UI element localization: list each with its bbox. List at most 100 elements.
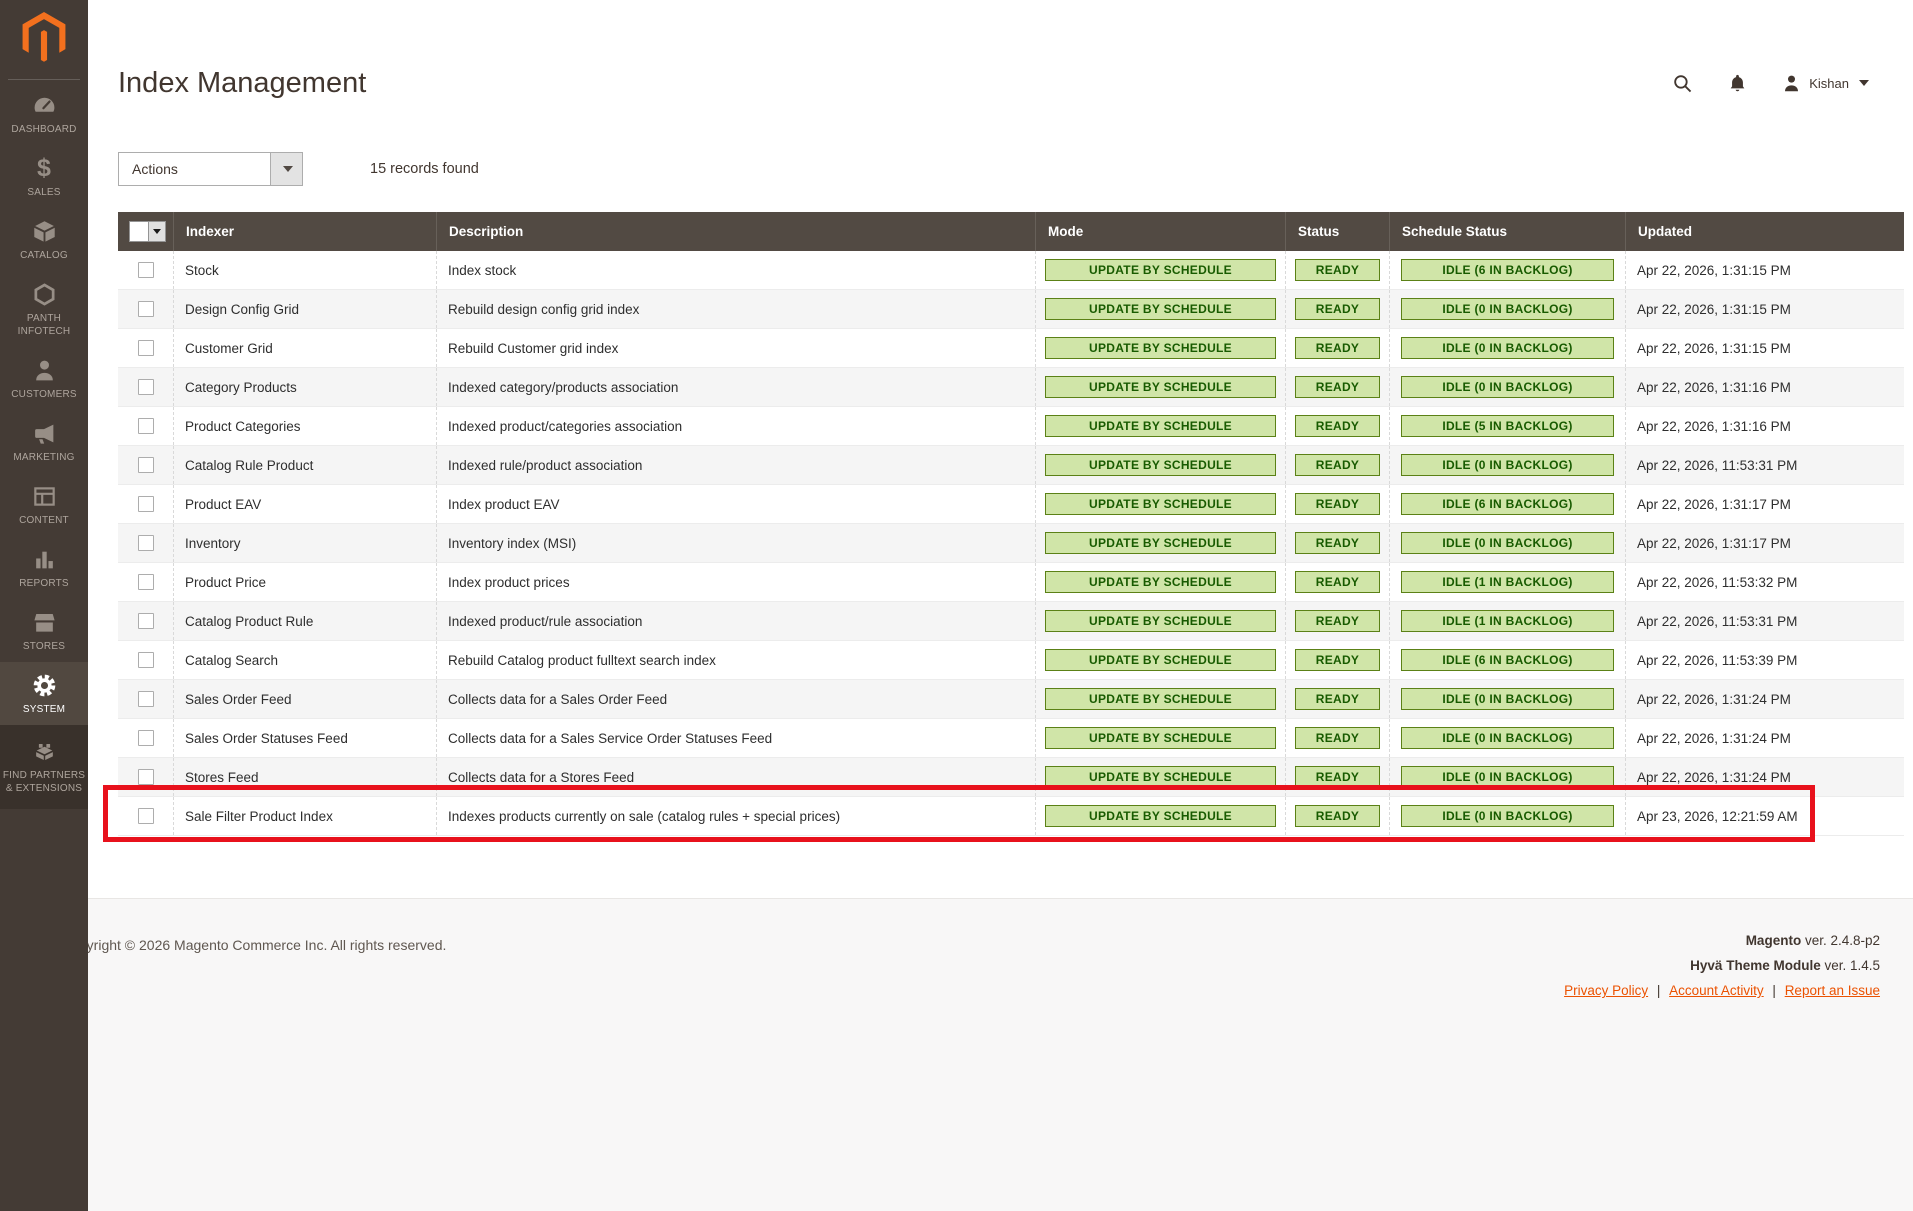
row-checkbox[interactable]: [138, 652, 154, 668]
mode-badge: UPDATE BY SCHEDULE: [1045, 493, 1276, 515]
schedule-status-badge: IDLE (0 IN BACKLOG): [1401, 454, 1614, 476]
mode-badge: UPDATE BY SCHEDULE: [1045, 649, 1276, 671]
sidebar-item-dashboard[interactable]: DASHBOARD: [0, 82, 88, 145]
table-row: Sale Filter Product Index Indexes produc…: [118, 797, 1904, 836]
schedule-status-badge: IDLE (0 IN BACKLOG): [1401, 688, 1614, 710]
description-cell: Indexed product/categories association: [436, 407, 1035, 445]
sidebar-item-label: CATALOG: [2, 249, 86, 262]
row-checkbox[interactable]: [138, 808, 154, 824]
mode-badge: UPDATE BY SCHEDULE: [1045, 571, 1276, 593]
column-header-status[interactable]: Status: [1285, 212, 1389, 251]
user-name: Kishan: [1809, 76, 1849, 91]
indexer-cell: Inventory: [173, 524, 436, 562]
column-header-updated[interactable]: Updated: [1625, 212, 1904, 251]
row-checkbox[interactable]: [138, 457, 154, 473]
row-checkbox[interactable]: [138, 535, 154, 551]
mode-badge: UPDATE BY SCHEDULE: [1045, 259, 1276, 281]
description-cell: Rebuild Catalog product fulltext search …: [436, 641, 1035, 679]
actions-dropdown-arrow[interactable]: [270, 153, 302, 185]
schedule-status-badge: IDLE (1 IN BACKLOG): [1401, 610, 1614, 632]
sidebar-item-find[interactable]: FIND PARTNERS & EXTENSIONS: [0, 725, 88, 809]
customers-icon: [2, 357, 86, 384]
status-badge: READY: [1295, 805, 1380, 827]
footer-link-account-activity[interactable]: Account Activity: [1669, 983, 1764, 998]
indexer-cell: Stores Feed: [173, 758, 436, 796]
row-checkbox[interactable]: [138, 574, 154, 590]
description-cell: Rebuild design config grid index: [436, 290, 1035, 328]
column-header-description[interactable]: Description: [436, 212, 1035, 251]
status-badge: READY: [1295, 766, 1380, 788]
row-checkbox[interactable]: [138, 730, 154, 746]
footer-link-report-an-issue[interactable]: Report an Issue: [1785, 983, 1880, 998]
row-checkbox[interactable]: [138, 301, 154, 317]
row-checkbox[interactable]: [138, 340, 154, 356]
sidebar-item-content[interactable]: CONTENT: [0, 473, 88, 536]
indexer-cell: Category Products: [173, 368, 436, 406]
updated-cell: Apr 22, 2026, 1:31:24 PM: [1625, 680, 1904, 718]
sidebar-item-label: FIND PARTNERS & EXTENSIONS: [2, 769, 86, 795]
index-management-grid: Indexer Description Mode Status Schedule…: [118, 212, 1904, 836]
row-checkbox[interactable]: [138, 613, 154, 629]
select-all-dropdown[interactable]: [129, 221, 166, 242]
status-badge: READY: [1295, 649, 1380, 671]
updated-cell: Apr 22, 2026, 11:53:39 PM: [1625, 641, 1904, 679]
schedule-status-badge: IDLE (6 IN BACKLOG): [1401, 259, 1614, 281]
sidebar-item-catalog[interactable]: CATALOG: [0, 208, 88, 271]
user-menu[interactable]: Kishan: [1782, 74, 1869, 93]
notifications-icon[interactable]: [1727, 73, 1748, 94]
row-checkbox[interactable]: [138, 262, 154, 278]
table-row: Product Categories Indexed product/categ…: [118, 407, 1904, 446]
actions-dropdown[interactable]: Actions: [118, 152, 303, 186]
column-header-mode[interactable]: Mode: [1035, 212, 1285, 251]
description-cell: Indexed product/rule association: [436, 602, 1035, 640]
search-icon[interactable]: [1672, 73, 1693, 94]
magento-logo[interactable]: [0, 0, 88, 67]
status-badge: READY: [1295, 454, 1380, 476]
mode-badge: UPDATE BY SCHEDULE: [1045, 688, 1276, 710]
row-checkbox[interactable]: [138, 379, 154, 395]
mode-badge: UPDATE BY SCHEDULE: [1045, 298, 1276, 320]
table-row: Stores Feed Collects data for a Stores F…: [118, 758, 1904, 797]
sidebar-item-marketing[interactable]: MARKETING: [0, 410, 88, 473]
sidebar-item-stores[interactable]: STORES: [0, 599, 88, 662]
mode-badge: UPDATE BY SCHEDULE: [1045, 376, 1276, 398]
schedule-status-badge: IDLE (6 IN BACKLOG): [1401, 493, 1614, 515]
schedule-status-badge: IDLE (5 IN BACKLOG): [1401, 415, 1614, 437]
indexer-cell: Design Config Grid: [173, 290, 436, 328]
sidebar-item-sales[interactable]: $ SALES: [0, 145, 88, 208]
row-checkbox[interactable]: [138, 418, 154, 434]
mode-badge: UPDATE BY SCHEDULE: [1045, 766, 1276, 788]
updated-cell: Apr 22, 2026, 11:53:31 PM: [1625, 602, 1904, 640]
footer-link-privacy-policy[interactable]: Privacy Policy: [1564, 983, 1648, 998]
sidebar-item-system[interactable]: SYSTEM: [0, 662, 88, 725]
select-all-checkbox[interactable]: [130, 222, 148, 241]
description-cell: Collects data for a Sales Service Order …: [436, 719, 1035, 757]
schedule-status-badge: IDLE (0 IN BACKLOG): [1401, 727, 1614, 749]
table-row: Product Price Index product prices UPDAT…: [118, 563, 1904, 602]
row-checkbox[interactable]: [138, 496, 154, 512]
magento-version: Magento ver. 2.4.8-p2: [1564, 928, 1880, 953]
status-badge: READY: [1295, 688, 1380, 710]
sidebar-item-customers[interactable]: CUSTOMERS: [0, 347, 88, 410]
mode-badge: UPDATE BY SCHEDULE: [1045, 415, 1276, 437]
row-checkbox[interactable]: [138, 691, 154, 707]
table-row: Design Config Grid Rebuild design config…: [118, 290, 1904, 329]
column-header-indexer[interactable]: Indexer: [173, 212, 436, 251]
indexer-cell: Product Categories: [173, 407, 436, 445]
sidebar-item-panth[interactable]: PANTH INFOTECH: [0, 271, 88, 347]
sales-icon: $: [2, 155, 86, 182]
row-checkbox[interactable]: [138, 769, 154, 785]
description-cell: Indexed rule/product association: [436, 446, 1035, 484]
column-header-schedule-status[interactable]: Schedule Status: [1389, 212, 1625, 251]
select-all-arrow[interactable]: [148, 222, 165, 241]
status-badge: READY: [1295, 415, 1380, 437]
indexer-cell: Catalog Product Rule: [173, 602, 436, 640]
table-row: Customer Grid Rebuild Customer grid inde…: [118, 329, 1904, 368]
status-badge: READY: [1295, 610, 1380, 632]
panth-infotech-icon: [2, 281, 86, 308]
status-badge: READY: [1295, 376, 1380, 398]
table-header-row: Indexer Description Mode Status Schedule…: [118, 212, 1904, 251]
updated-cell: Apr 22, 2026, 11:53:32 PM: [1625, 563, 1904, 601]
sidebar-item-reports[interactable]: REPORTS: [0, 536, 88, 599]
mode-badge: UPDATE BY SCHEDULE: [1045, 805, 1276, 827]
